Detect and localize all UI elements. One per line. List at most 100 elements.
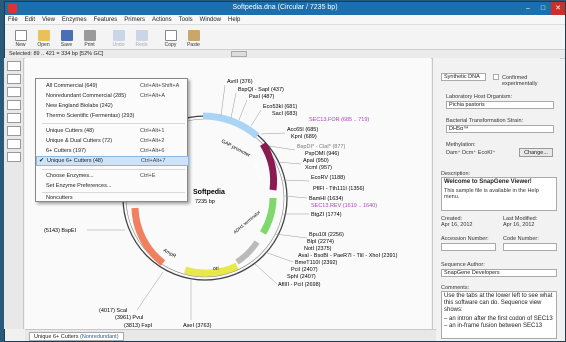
- enzyme-ScaI[interactable]: (4017) ScaI: [99, 308, 128, 314]
- enzyme-BlpI[interactable]: BlpI (2274): [307, 239, 334, 245]
- menu-item-noncutters[interactable]: Noncutters: [36, 193, 189, 203]
- enzyme-set-tab[interactable]: Unique 6+ Cutters (Nonredundant): [29, 332, 124, 341]
- enzyme-XcmI[interactable]: XcmI (957): [305, 165, 332, 171]
- modified-value: Apr 16, 2012: [503, 222, 535, 228]
- menu-actions[interactable]: Actions: [152, 17, 172, 23]
- created-value: Apr 16, 2012: [441, 222, 473, 228]
- map-view-icon[interactable]: [7, 126, 21, 136]
- strain-select[interactable]: DH5α™: [446, 125, 554, 133]
- mcherry-feature[interactable]: [259, 197, 277, 235]
- menu-file[interactable]: File: [8, 17, 18, 23]
- feature-tool-icon[interactable]: [7, 74, 21, 84]
- enzyme-BspDI[interactable]: BspDI* - ClaI* (877): [297, 144, 345, 150]
- enzyme-SacI[interactable]: SacI (683): [272, 111, 298, 117]
- confirmed-checkbox[interactable]: [493, 74, 499, 80]
- close-icon[interactable]: ✕: [551, 2, 565, 15]
- primer-SEC13-FOR[interactable]: SEC13.FOR (685 .. 719): [309, 117, 369, 123]
- orf-tool-icon[interactable]: [7, 100, 21, 110]
- menu-item-all-commercial[interactable]: All Commercial (649) Ctrl+Alt+Shift+A: [36, 81, 189, 91]
- enzyme-Bpu10I[interactable]: Bpu10I (2256): [309, 232, 344, 238]
- enzyme-BspQI[interactable]: BspQI - SapI (437): [238, 87, 284, 93]
- enzyme-BspEI[interactable]: (5143) BspEI: [44, 228, 77, 234]
- enzyme-ApaI[interactable]: ApaI (950): [303, 158, 329, 164]
- printer-icon: [83, 30, 96, 41]
- save-button[interactable]: Save: [55, 25, 78, 49]
- enzyme-AvrII[interactable]: AvrII (376): [227, 79, 253, 85]
- ampr-feature[interactable]: [131, 207, 166, 266]
- enzyme-PflFI[interactable]: PflFI - Tth111I (1356): [313, 186, 365, 192]
- code-field[interactable]: [503, 243, 557, 251]
- gap-promoter-feature[interactable]: [202, 112, 260, 139]
- title-bar: Softpedia.dna (Circular / 7235 bp) – □ ✕: [5, 2, 565, 15]
- ori-feature[interactable]: [183, 262, 239, 277]
- menu-item-unique-dual[interactable]: Unique & Dual Cutters (72) Ctrl+Alt+2: [36, 136, 189, 146]
- maximize-icon[interactable]: □: [536, 2, 550, 15]
- strain-label: Bacterial Transformation Strain:: [446, 118, 524, 124]
- menu-window[interactable]: Window: [200, 17, 221, 23]
- menu-edit[interactable]: Edit: [25, 17, 35, 23]
- primer-SEC13-REV[interactable]: SEC13.REV (1619 .. 1640): [311, 203, 377, 209]
- new-button[interactable]: New: [9, 25, 32, 49]
- enzyme-PciI[interactable]: PciI (2407): [291, 267, 318, 273]
- comments-bullet-2: – an in-frame fusion between SEC13: [444, 323, 543, 329]
- host-select[interactable]: Pichia pastoris: [446, 101, 554, 109]
- menu-primers[interactable]: Primers: [124, 17, 145, 23]
- enzyme-SphI[interactable]: SphI (2407): [287, 274, 316, 280]
- redo-button[interactable]: Redo: [130, 25, 153, 49]
- open-button[interactable]: Open: [32, 25, 55, 49]
- info-view-icon[interactable]: [7, 152, 21, 162]
- menu-item-6-cutters[interactable]: 6+ Cutters (197) Ctrl+Alt+6: [36, 146, 189, 156]
- menu-item-choose-enzymes[interactable]: Choose Enzymes... Ctrl+E: [36, 171, 189, 181]
- menu-enzymes[interactable]: Enzymes: [62, 17, 87, 23]
- menu-item-neb[interactable]: New England Biolabs (242): [36, 101, 189, 111]
- sequence-view-icon[interactable]: [7, 139, 21, 149]
- menu-item-unique-cutters[interactable]: Unique Cutters (48) Ctrl+Alt+1: [36, 126, 189, 136]
- menu-item-unique-6-cutters[interactable]: ✔ Unique 6+ Cutters (48) Ctrl+Alt+7: [36, 156, 189, 166]
- menu-help[interactable]: Help: [228, 17, 240, 23]
- comments-bullet-1: – an intron after the first codon of SEC…: [444, 316, 553, 322]
- gap-label: GAP promoter: [220, 138, 251, 158]
- adh1-terminator-feature[interactable]: [235, 240, 260, 265]
- description-box[interactable]: Welcome to SnapGene Viewer! This sample …: [441, 177, 557, 211]
- enzyme-BamHI[interactable]: BamHI (1634): [309, 196, 343, 202]
- print-button[interactable]: Print: [78, 25, 101, 49]
- enzyme-NotI[interactable]: NotI (2375): [304, 246, 332, 252]
- enzyme-Acc65I[interactable]: Acc65I (685): [287, 127, 318, 133]
- enzyme-AvaI[interactable]: AvaI - BsoBI - PaeR7I - TliI - XhoI (239…: [298, 253, 398, 259]
- enzyme-KpnI[interactable]: KpnI (689): [291, 134, 317, 140]
- enzyme-PvuI[interactable]: (3961) PvuI: [115, 315, 144, 321]
- sec13-label: SEC13: [251, 162, 263, 179]
- enzyme-Eco53kI[interactable]: Eco53kI (681): [263, 104, 297, 110]
- enzyme-EcoRV[interactable]: EcoRV (1188): [311, 175, 345, 181]
- clipboard-icon: [187, 30, 200, 41]
- zoom-control[interactable]: [231, 51, 247, 57]
- enzyme-BmeT110I[interactable]: BmeT110I (2392): [295, 260, 338, 266]
- menu-features[interactable]: Features: [94, 17, 118, 23]
- restriction-tool-icon[interactable]: [7, 113, 21, 123]
- enzyme-AflIII[interactable]: AflIII - PciI (2698): [278, 282, 321, 288]
- menu-view[interactable]: View: [42, 17, 55, 23]
- menu-item-enzyme-preferences[interactable]: Set Enzyme Preferences...: [36, 181, 189, 191]
- menu-separator: [42, 123, 185, 124]
- menu-item-thermo[interactable]: Thermo Scientific (Fermentas) (293): [36, 111, 189, 121]
- enzyme-tool-icon[interactable]: [7, 61, 21, 71]
- info-panel: Synthetic DNA Confirmed experimentally L…: [432, 58, 560, 341]
- menu-tools[interactable]: Tools: [179, 17, 193, 23]
- sequence-type-select[interactable]: Synthetic DNA: [441, 73, 486, 81]
- copy-button[interactable]: Copy: [159, 25, 182, 49]
- accession-field[interactable]: [441, 243, 496, 251]
- change-button[interactable]: Change...: [519, 148, 553, 157]
- comments-box[interactable]: Use the tabs at the lower left to see wh…: [441, 291, 557, 339]
- enzyme-PspOMI[interactable]: PspOMI (946): [305, 151, 339, 157]
- primer-tool-icon[interactable]: [7, 87, 21, 97]
- undo-button[interactable]: Undo: [107, 25, 130, 49]
- ampr-label: AmpR: [162, 248, 177, 260]
- minimize-icon[interactable]: –: [521, 2, 535, 15]
- enzyme-BtgZI[interactable]: BtgZI (1774): [311, 212, 342, 218]
- undo-icon: [112, 30, 125, 41]
- menu-item-nonredundant[interactable]: Nonredundant Commercial (285) Ctrl+Alt+A: [36, 91, 189, 101]
- paste-button[interactable]: Paste: [182, 25, 205, 49]
- folder-icon: [37, 30, 50, 41]
- author-select[interactable]: SnapGene Developers: [441, 269, 557, 277]
- enzyme-PasI[interactable]: PasI (487): [249, 94, 275, 100]
